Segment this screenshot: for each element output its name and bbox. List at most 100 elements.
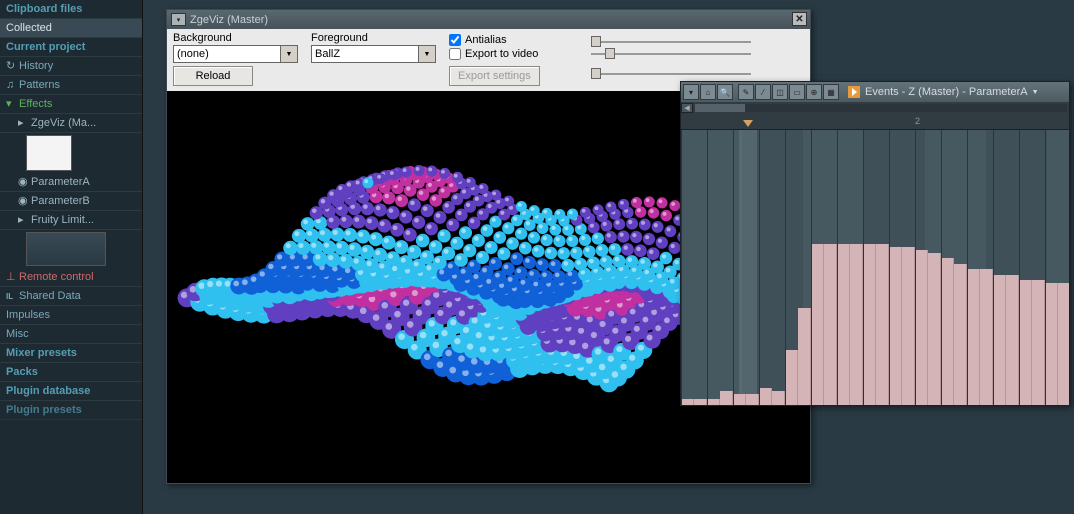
foreground-combo[interactable]: ▼ [311, 45, 437, 63]
slider-b[interactable] [591, 51, 751, 57]
close-icon[interactable]: ✕ [792, 12, 807, 26]
plugin-icon: ▸ [18, 211, 28, 230]
foreground-label: Foreground [311, 32, 437, 44]
automation-bar[interactable] [902, 247, 915, 405]
playhead-marker[interactable] [743, 120, 753, 127]
automation-bar[interactable] [798, 308, 811, 405]
automation-bar[interactable] [720, 391, 733, 405]
automation-bar[interactable] [772, 391, 785, 405]
browser-item-fruity-limit[interactable]: ▸Fruity Limit... [0, 211, 142, 230]
automation-bar[interactable] [1032, 280, 1045, 405]
zoom-icon[interactable]: 🔍 [717, 84, 733, 100]
browser-item-impulses[interactable]: Impulses [0, 306, 142, 325]
automation-bar[interactable] [928, 253, 941, 405]
automation-bar[interactable] [993, 275, 1006, 405]
plugin-thumbnail[interactable] [26, 135, 72, 171]
slider-c[interactable] [591, 71, 751, 77]
horizontal-scrollbar[interactable] [695, 104, 1067, 112]
automation-bar[interactable] [785, 350, 798, 405]
automation-bar[interactable] [1019, 280, 1032, 405]
automation-bar[interactable] [954, 264, 967, 405]
browser-item-patterns[interactable]: ♫Patterns [0, 76, 142, 95]
browser-item-zgeviz[interactable]: ▸ZgeViz (Ma... [0, 114, 142, 133]
events-window: ▾ ⌂ 🔍 ✎ ⁄ ◫ ▭ ⊕ ▦ Events - Z (Master) - … [680, 81, 1070, 406]
browser-item-remote[interactable]: ⊥Remote control [0, 268, 142, 287]
automation-bar[interactable] [967, 269, 980, 405]
automation-bar[interactable] [876, 244, 889, 405]
automation-bar[interactable] [1006, 275, 1019, 405]
automation-bar[interactable] [681, 399, 694, 405]
automation-bar[interactable] [759, 388, 772, 405]
automation-bar[interactable] [811, 244, 824, 405]
background-combo[interactable]: ▼ [173, 45, 299, 63]
browser-item-plugin-presets[interactable]: Plugin presets [0, 401, 142, 420]
playhead-line [739, 130, 757, 405]
chevron-down-icon[interactable]: ▼ [281, 45, 298, 63]
scroll-left-icon[interactable]: ◀ [681, 103, 693, 113]
browser-item-packs[interactable]: Packs [0, 363, 142, 382]
expand-icon: ▾ [6, 95, 16, 114]
play-icon[interactable] [848, 86, 860, 98]
chevron-down-icon[interactable]: ▼ [419, 45, 436, 63]
brush-icon[interactable]: ⁄ [755, 84, 771, 100]
export-settings-button[interactable]: Export settings [449, 66, 540, 86]
plugin-thumbnail[interactable] [26, 232, 106, 266]
browser-panel: Clipboard files Collected Current projec… [0, 0, 143, 514]
browser-item-param-a[interactable]: ◉ParameterA [0, 173, 142, 192]
browser-item-mixer-presets[interactable]: Mixer presets [0, 344, 142, 363]
note-icon: ♫ [6, 76, 16, 95]
export-video-checkbox[interactable] [449, 48, 461, 60]
automation-bar[interactable] [707, 399, 720, 405]
events-toolbar: ▾ ⌂ 🔍 ✎ ⁄ ◫ ▭ ⊕ ▦ Events - Z (Master) - … [681, 82, 1069, 102]
events-title: Events - Z (Master) - ParameterA▼ [848, 86, 1039, 98]
automation-bar[interactable] [837, 244, 850, 405]
automation-bar[interactable] [694, 399, 707, 405]
snap-icon[interactable]: ▦ [823, 84, 839, 100]
browser-item[interactable]: Clipboard files [0, 0, 142, 19]
browser-item-shared[interactable]: ILShared Data [0, 287, 142, 306]
plugin-menu-icon[interactable]: ▾ [171, 13, 186, 26]
timeline-ruler[interactable]: 2 [681, 114, 1069, 130]
reload-button[interactable]: Reload [173, 66, 253, 86]
browser-item-effects[interactable]: ▾Effects [0, 95, 142, 114]
automation-bar[interactable] [889, 247, 902, 405]
menu-icon[interactable]: ▾ [683, 84, 699, 100]
remote-icon: ⊥ [6, 268, 16, 287]
erase-icon[interactable]: ◫ [772, 84, 788, 100]
browser-item-param-b[interactable]: ◉ParameterB [0, 192, 142, 211]
pencil-icon[interactable]: ✎ [738, 84, 754, 100]
automation-bar[interactable] [863, 244, 876, 405]
slider-a[interactable] [591, 39, 751, 45]
automation-bar[interactable] [1045, 283, 1058, 405]
automation-bar[interactable] [824, 244, 837, 405]
history-icon: ↻ [6, 57, 16, 76]
events-zoom-bar: ◀ [681, 102, 1069, 114]
select-icon[interactable]: ▭ [789, 84, 805, 100]
zgeviz-titlebar[interactable]: ▾ ZgeViz (Master) ✕ [167, 10, 810, 29]
browser-item-misc[interactable]: Misc [0, 325, 142, 344]
zoom-tool-icon[interactable]: ⊕ [806, 84, 822, 100]
browser-item-plugin-db[interactable]: Plugin database [0, 382, 142, 401]
automation-bar[interactable] [1058, 283, 1069, 405]
param-icon: ◉ [18, 173, 28, 192]
events-body[interactable] [681, 130, 1069, 405]
foreground-input[interactable] [311, 45, 419, 63]
automation-bar[interactable] [980, 269, 993, 405]
browser-item[interactable]: Current project [0, 38, 142, 57]
automation-bar[interactable] [733, 394, 746, 405]
automation-bar[interactable] [941, 258, 954, 405]
window-title: ZgeViz (Master) [190, 14, 268, 26]
automation-bar[interactable] [850, 244, 863, 405]
ruler-tick: 2 [915, 116, 920, 126]
background-label: Background [173, 32, 299, 44]
param-icon: ◉ [18, 192, 28, 211]
automation-bar[interactable] [915, 250, 928, 405]
il-icon: IL [6, 287, 16, 306]
automation-bar[interactable] [746, 394, 759, 405]
browser-item[interactable]: Collected [0, 19, 142, 38]
antialias-checkbox[interactable] [449, 34, 461, 46]
antialias-label: Antialias [465, 34, 507, 46]
tool-icon[interactable]: ⌂ [700, 84, 716, 100]
background-input[interactable] [173, 45, 281, 63]
browser-item-history[interactable]: ↻History [0, 57, 142, 76]
